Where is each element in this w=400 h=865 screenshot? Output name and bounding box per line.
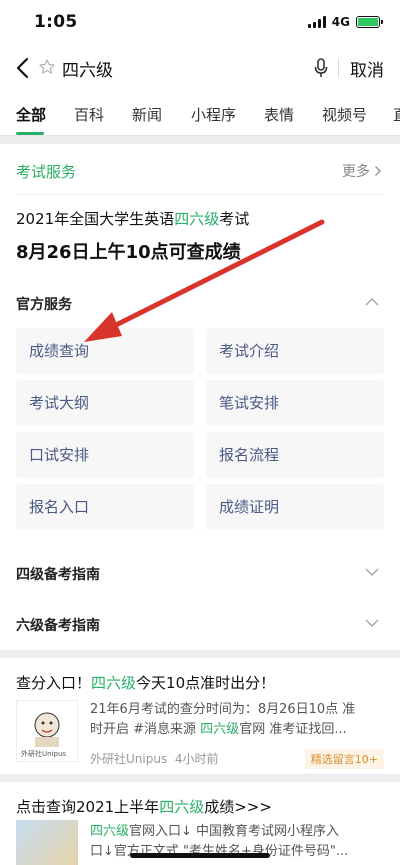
chevron-down-icon [365,568,379,577]
network-type: 4G [331,15,350,29]
score-query-button[interactable]: 成绩查询 [16,328,194,374]
result-desc-line1: 四六级官网入口↓ 中国教育考试网小程序入 [90,824,340,839]
exam-intro-button[interactable]: 考试介绍 [206,328,384,374]
chevron-right-icon [374,165,382,177]
chevron-up-icon [365,297,379,306]
registration-process-button[interactable]: 报名流程 [206,432,384,478]
thumbnail-caption: 外研社Unipus [21,750,67,758]
category-tabs: 全部 百科 新闻 小程序 表情 视频号 直 [0,92,400,136]
result-meta: 外研社Unipus 4小时前 [90,752,219,766]
active-tab-indicator [16,132,44,135]
official-services-header[interactable]: 官方服务 [16,294,384,314]
cancel-button[interactable]: 取消 [350,56,384,81]
result-desc-line2: 时开启 #消息来源 四六级官网 准考证找回... [90,722,347,737]
star-icon[interactable] [38,58,56,76]
written-schedule-button[interactable]: 笔试安排 [206,380,384,426]
chevron-down-icon [365,619,379,628]
more-label: 更多 [342,164,370,180]
card-title: 考试服务 [16,163,77,181]
tab-stickers[interactable]: 表情 [264,104,294,125]
card-divider [16,194,384,195]
tab-channels[interactable]: 视频号 [322,104,367,125]
score-certificate-button[interactable]: 成绩证明 [206,484,384,530]
result-title: 点击查询2021上半年四六级成绩>>> [16,798,272,816]
microphone-icon[interactable] [312,56,330,80]
exam-headline: 2021年全国大学生英语四六级考试 [16,210,250,228]
result-desc-line1: 21年6月考试的查分时间为：8月26日10点 准 [90,702,356,717]
signal-icon [307,16,326,28]
tab-live[interactable]: 直 [393,104,400,125]
tab-mini-program[interactable]: 小程序 [191,104,236,125]
result-desc-line2: 口↓官方正文式 "考生姓名+身份证件号码"... [90,844,349,859]
score-release-date: 8月26日上午10点可查成绩 [16,242,241,263]
cet4-guide-header[interactable]: 四级备考指南 [16,564,384,584]
search-header: 四六级 取消 [0,44,400,92]
tab-news[interactable]: 新闻 [132,104,162,125]
status-time: 1:05 [34,12,78,32]
exam-syllabus-button[interactable]: 考试大纲 [16,380,194,426]
result-title: 查分入口！四六级今天10点准时出分！ [16,674,276,692]
status-icons: 4G [307,15,383,29]
featured-comments-badge: 精选留言10+ [304,749,384,769]
oral-schedule-button[interactable]: 口试安排 [16,432,194,478]
cet6-guide-header[interactable]: 六级备考指南 [16,615,384,635]
back-arrow-icon[interactable] [14,56,32,80]
battery-icon [356,16,383,28]
result-thumbnail: 外研社Unipus [16,700,78,762]
tab-all[interactable]: 全部 [16,104,46,125]
tab-baike[interactable]: 百科 [74,104,104,125]
result-thumbnail [16,820,78,865]
registration-entry-button[interactable]: 报名入口 [16,484,194,530]
search-result-1[interactable]: 查分入口！四六级今天10点准时出分！ 外研社Unipus 21年6月考试的查分时… [0,658,400,774]
more-link[interactable]: 更多 [342,161,382,181]
status-bar: 1:05 4G [0,0,400,44]
home-indicator[interactable] [130,853,270,858]
header-divider [338,58,339,78]
search-input[interactable]: 四六级 [62,56,113,81]
exam-service-card: 考试服务 更多 2021年全国大学生英语四六级考试 8月26日上午10点可查成绩… [0,144,400,650]
